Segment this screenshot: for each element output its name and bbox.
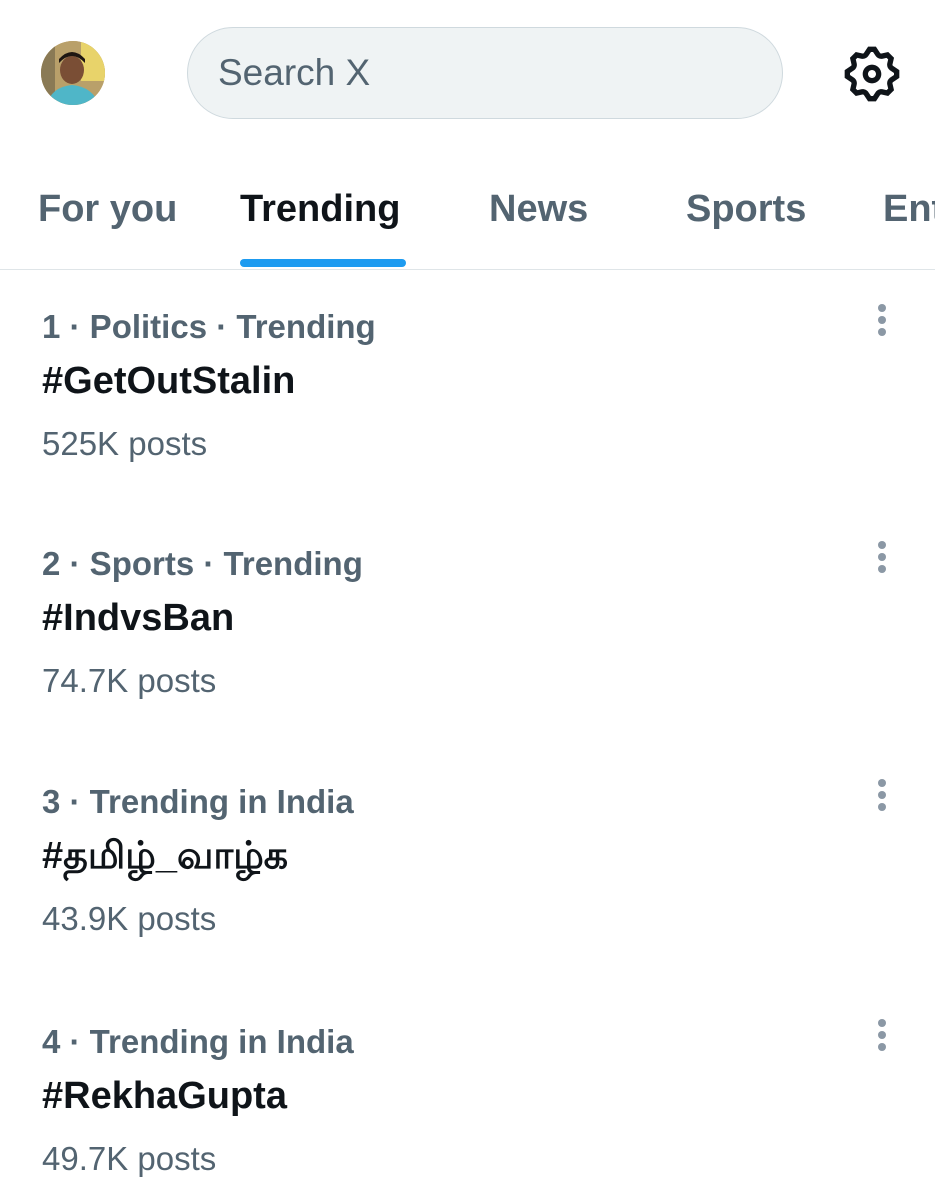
trend-context: 1 · Politics · Trending [42, 308, 376, 345]
tab-label: News [489, 188, 589, 230]
trend-item[interactable]: 3 · Trending in India #தமிழ்_வாழ்க 43.9K… [0, 779, 935, 1013]
explore-tabs: For you Trending News Sports Ent [0, 168, 935, 270]
trend-post-count: 525K posts [42, 425, 208, 462]
trend-name: #தமிழ்_வாழ்க [42, 835, 289, 877]
trend-name: #RekhaGupta [42, 1075, 287, 1117]
explore-page: For you Trending News Sports Ent 1 · Pol… [0, 0, 935, 1200]
trend-item[interactable]: 4 · Trending in India #RekhaGupta 49.7K … [0, 1019, 935, 1200]
avatar[interactable] [41, 41, 105, 105]
more-vertical-icon [878, 1019, 886, 1051]
trend-more-button[interactable] [862, 537, 902, 593]
trend-item[interactable]: 2 · Sports · Trending #IndvsBan 74.7K po… [0, 541, 935, 775]
explore-header [0, 0, 935, 150]
trend-context: 2 · Sports · Trending [42, 545, 363, 582]
trend-name: #GetOutStalin [42, 360, 296, 402]
trend-context: 4 · Trending in India [42, 1023, 354, 1060]
trend-more-button[interactable] [862, 775, 902, 831]
trend-context: 3 · Trending in India [42, 783, 354, 820]
trend-more-button[interactable] [862, 300, 902, 356]
trend-name: #IndvsBan [42, 597, 235, 639]
more-vertical-icon [878, 779, 886, 811]
trend-more-button[interactable] [862, 1015, 902, 1071]
trend-post-count: 74.7K posts [42, 662, 217, 699]
settings-button[interactable] [840, 42, 904, 106]
tab-label: For you [38, 188, 178, 230]
trend-post-count: 43.9K posts [42, 900, 217, 937]
tab-label: Sports [686, 188, 807, 230]
tab-label: Trending [240, 188, 401, 230]
search-input[interactable] [218, 28, 758, 118]
trend-item[interactable]: 1 · Politics · Trending #GetOutStalin 52… [0, 304, 935, 538]
active-tab-indicator [240, 259, 406, 267]
search-bar[interactable] [187, 27, 783, 119]
more-vertical-icon [878, 541, 886, 573]
avatar-image [41, 41, 105, 105]
tab-label: Ent [883, 188, 935, 230]
more-vertical-icon [878, 304, 886, 336]
gear-icon [844, 46, 900, 102]
trend-post-count: 49.7K posts [42, 1140, 217, 1177]
